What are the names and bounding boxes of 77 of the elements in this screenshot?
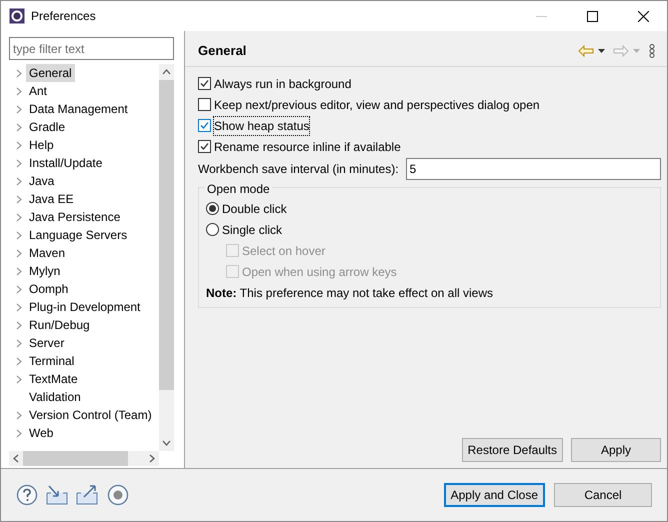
- button[interactable]: Apply: [571, 438, 661, 462]
- tree-item[interactable]: Run/Debug: [26, 316, 93, 334]
- tree-item[interactable]: Terminal: [26, 352, 78, 370]
- chevron-right-icon[interactable]: [16, 320, 22, 330]
- help-icon[interactable]: [16, 484, 38, 506]
- checkbox[interactable]: [198, 77, 211, 90]
- menu-icon[interactable]: [649, 44, 655, 58]
- checkbox-label: Open when using arrow keys: [242, 264, 397, 280]
- checkbox[interactable]: [198, 140, 211, 153]
- record-icon[interactable]: [107, 484, 129, 506]
- import-icon[interactable]: [46, 485, 68, 505]
- chevron-right-icon[interactable]: [16, 176, 22, 186]
- chevron-right-icon[interactable]: [16, 140, 22, 150]
- close-icon[interactable]: [638, 10, 649, 22]
- chevron-right-icon[interactable]: [16, 122, 22, 132]
- chevron-right-icon[interactable]: [16, 248, 22, 258]
- chevron-right-icon[interactable]: [16, 212, 22, 222]
- chevron-right-icon[interactable]: [16, 374, 22, 384]
- chevron-right-icon[interactable]: [16, 158, 22, 168]
- button[interactable]: Restore Defaults: [462, 438, 563, 462]
- export-icon[interactable]: [76, 485, 98, 505]
- tree-item[interactable]: TextMate: [26, 370, 81, 388]
- chevron-right-icon[interactable]: [16, 194, 22, 204]
- vertical-scrollbar[interactable]: [159, 64, 174, 451]
- horizontal-scrollbar[interactable]: [9, 451, 159, 466]
- chevron-right-icon[interactable]: [16, 266, 22, 276]
- tree-item[interactable]: Oomph: [26, 280, 72, 298]
- tree-item[interactable]: Install/Update: [26, 154, 106, 172]
- radio-label: Double click: [222, 200, 287, 218]
- button[interactable]: Apply and Close: [444, 483, 545, 507]
- button[interactable]: Cancel: [554, 483, 652, 507]
- scroll-left-icon[interactable]: [12, 454, 20, 463]
- scroll-right-icon[interactable]: [148, 454, 156, 463]
- checkbox-label: Keep next/previous editor, view and perspectives dialog open: [214, 96, 540, 114]
- tree-item[interactable]: Validation: [26, 388, 84, 406]
- tree-item[interactable]: Data Management: [26, 100, 131, 118]
- radio-label: Single click: [222, 222, 282, 238]
- tree-item[interactable]: Maven: [26, 244, 68, 262]
- window-title: Preferences: [31, 8, 96, 25]
- checkbox[interactable]: [198, 98, 211, 111]
- tree-item[interactable]: Java Persistence: [26, 208, 124, 226]
- tree-item[interactable]: Ant: [26, 82, 50, 100]
- tree-item[interactable]: General: [26, 64, 75, 82]
- save-interval-field[interactable]: 5: [406, 158, 661, 180]
- tree-item[interactable]: Gradle: [26, 118, 68, 136]
- tree-item[interactable]: Language Servers: [26, 226, 130, 244]
- chevron-right-icon[interactable]: [16, 356, 22, 366]
- field-label: Workbench save interval (in minutes):: [198, 161, 399, 178]
- radio-button[interactable]: [206, 202, 219, 215]
- tree-item[interactable]: Mylyn: [26, 262, 64, 280]
- chevron-right-icon[interactable]: [16, 338, 22, 348]
- chevron-right-icon[interactable]: [16, 302, 22, 312]
- radio-button[interactable]: [206, 223, 219, 236]
- chevron-right-icon[interactable]: [16, 86, 22, 96]
- tree-item[interactable]: Version Control (Team): [26, 406, 155, 424]
- note-text: Note: This preference may not take effect on all views: [206, 284, 494, 302]
- dropdown-caret-icon[interactable]: [598, 49, 605, 53]
- chevron-right-icon[interactable]: [16, 428, 22, 438]
- tree-item[interactable]: Plug-in Development: [26, 298, 144, 316]
- chevron-right-icon[interactable]: [16, 284, 22, 294]
- filter-field[interactable]: type filter text: [9, 37, 174, 60]
- checkbox-label: Show heap status: [214, 116, 310, 134]
- tree-item[interactable]: Java EE: [26, 190, 77, 208]
- tree-item[interactable]: Web: [26, 424, 56, 442]
- chevron-right-icon[interactable]: [16, 68, 22, 78]
- chevron-right-icon[interactable]: [16, 410, 22, 420]
- chevron-right-icon[interactable]: [16, 104, 22, 114]
- checkbox-label: Select on hover: [242, 242, 326, 260]
- maximize-icon[interactable]: [587, 10, 598, 22]
- checkbox-label: Rename resource inline if available: [214, 138, 401, 156]
- chevron-right-icon[interactable]: [16, 230, 22, 240]
- tree-item[interactable]: Server: [26, 334, 68, 352]
- tree-item[interactable]: Java: [26, 172, 58, 190]
- checkbox[interactable]: [198, 119, 211, 132]
- page-title: General: [198, 42, 246, 60]
- tree-item[interactable]: Help: [26, 136, 57, 154]
- checkbox-label: Always run in background: [214, 76, 352, 92]
